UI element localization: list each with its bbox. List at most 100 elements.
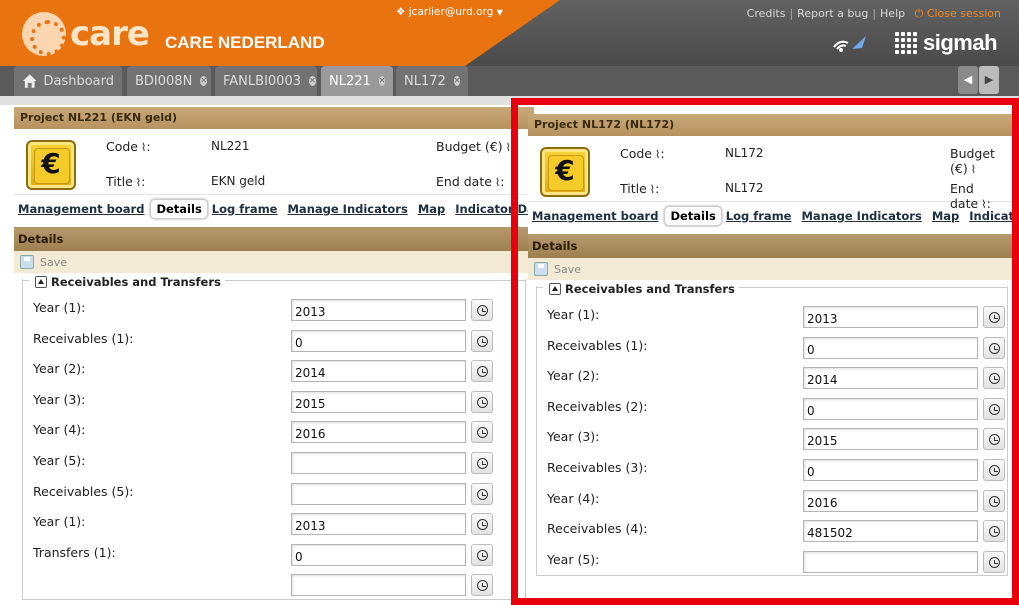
subnav-indicator-data-entry[interactable]: Indicator Data Entry [455,202,534,216]
field-input[interactable] [291,482,466,505]
dna-icon: ⌇ [141,141,147,154]
field-label: Transfers (1): [33,544,116,560]
history-icon[interactable] [471,421,493,444]
field-input[interactable]: 2016 [803,489,978,512]
scroll-right-button[interactable]: ▶ [979,66,999,94]
field-input[interactable]: 2014 [803,367,978,390]
field-input[interactable]: 0 [291,543,466,566]
euro-icon: € [540,147,590,197]
end-date-label: End date ⌇: [950,181,991,211]
dna-icon: ⌇ [655,148,661,161]
user-diamond-icon: ❖ [396,6,406,18]
field-label: Year (4): [547,490,600,506]
tab-nl221[interactable]: NL221 ✕ [321,66,393,96]
field-input[interactable]: 2013 [291,299,466,321]
subnav-management-board[interactable]: Management board [532,209,658,223]
fieldset-legend[interactable]: Receivables and Transfers [545,282,739,296]
dna-icon: ⌇ [505,141,512,154]
history-icon[interactable] [471,299,493,321]
history-icon[interactable] [471,390,493,413]
field-input[interactable]: 2014 [291,360,466,383]
history-icon[interactable] [983,397,1005,420]
history-icon[interactable] [471,543,493,566]
field-input[interactable]: 0 [291,329,466,352]
history-icon[interactable] [983,520,1005,543]
history-icon[interactable] [471,574,493,597]
subnav-manage-indicators[interactable]: Manage Indicators [287,202,407,216]
field-row: Receivables (2): 0 [537,392,1007,423]
dropdown-arrow-icon: ▼ [496,8,503,17]
code-label: Code ⌇: [620,146,665,161]
network-status-icon [833,36,866,52]
subnav-manage-indicators[interactable]: Manage Indicators [801,209,921,223]
history-icon[interactable] [983,367,1005,390]
field-input[interactable]: 481502 [803,520,978,543]
user-email: jcarlier@urd.org [408,6,494,18]
help-link[interactable]: Help [880,7,905,20]
code-value: NL221 [211,139,250,153]
history-icon[interactable] [471,360,493,383]
field-label: Year (4): [33,422,86,438]
history-icon[interactable] [471,329,493,352]
history-icon[interactable] [983,336,1005,359]
credits-link[interactable]: Credits [747,7,786,20]
field-row: Year (2): 2014 [23,354,525,385]
field-input[interactable]: 2013 [803,306,978,328]
history-icon[interactable] [471,451,493,474]
history-icon[interactable] [471,513,493,536]
field-input[interactable]: 2016 [291,421,466,444]
budget-label: Budget (€) ⌇ [950,146,995,176]
tab-nl172[interactable]: NL172 ✕ [396,66,468,96]
history-icon[interactable] [983,458,1005,481]
field-label: Year (3): [33,391,86,407]
close-tab-icon[interactable]: ✕ [308,76,316,86]
close-session-link[interactable]: Close session [927,7,1001,20]
history-icon[interactable] [983,489,1005,512]
tab-fanlbi0003[interactable]: FANLBI0003 ✕ [215,66,317,96]
subnav-log-frame[interactable]: Log frame [212,202,278,216]
fieldset-legend[interactable]: Receivables and Transfers [31,275,225,289]
tab-bdi008n[interactable]: BDI008N ✕ [127,66,211,96]
field-input[interactable] [291,574,466,597]
scroll-left-button[interactable]: ◀ [958,66,978,94]
close-tab-icon[interactable]: ✕ [453,76,461,86]
history-icon[interactable] [983,306,1005,328]
sigmah-logo-icon [895,32,917,54]
field-input[interactable]: 0 [803,397,978,420]
history-icon[interactable] [983,428,1005,451]
field-input[interactable]: 2015 [803,428,978,451]
budget-label: Budget (€) ⌇ [436,139,512,154]
field-row: Year (1): 2013 [537,300,1007,331]
save-label: Save [554,262,582,276]
save-button[interactable]: Save [14,251,534,273]
field-input[interactable]: 2013 [291,513,466,536]
subnav-details[interactable]: Details [150,198,208,219]
field-row [23,568,525,599]
user-menu[interactable]: ❖ jcarlier@urd.org ▼ [396,6,503,18]
collapse-icon[interactable] [35,276,47,288]
save-button[interactable]: Save [528,258,1016,280]
subnav-log-frame[interactable]: Log frame [726,209,792,223]
report-bug-link[interactable]: Report a bug [797,7,868,20]
receivables-fieldset: Receivables and Transfers Year (1): 2013 R… [536,282,1008,577]
close-tab-icon[interactable]: ✕ [378,76,386,86]
field-input[interactable] [291,451,466,474]
code-label: Code ⌇: [106,139,151,154]
field-label: Receivables (4): [547,521,648,537]
subnav-details[interactable]: Details [664,205,722,226]
tab-dashboard[interactable]: Dashboard [14,66,122,96]
subnav-management-board[interactable]: Management board [18,202,144,216]
close-tab-icon[interactable]: ✕ [200,76,208,86]
subnav-map[interactable]: Map [418,202,445,216]
field-input[interactable]: 2015 [291,390,466,413]
history-icon[interactable] [983,550,1005,573]
title-value: NL172 [725,181,764,195]
field-input[interactable]: 0 [803,458,978,481]
app-header: care CARE NEDERLAND ❖ jcarlier@urd.org ▼… [0,0,1019,105]
field-input[interactable] [803,550,978,573]
collapse-icon[interactable] [549,283,561,295]
history-icon[interactable] [471,482,493,505]
field-input[interactable]: 0 [803,336,978,359]
project-subnav: Management board Details Log frame Manag… [14,194,534,222]
end-date-label: End date ⌇: [436,174,505,189]
